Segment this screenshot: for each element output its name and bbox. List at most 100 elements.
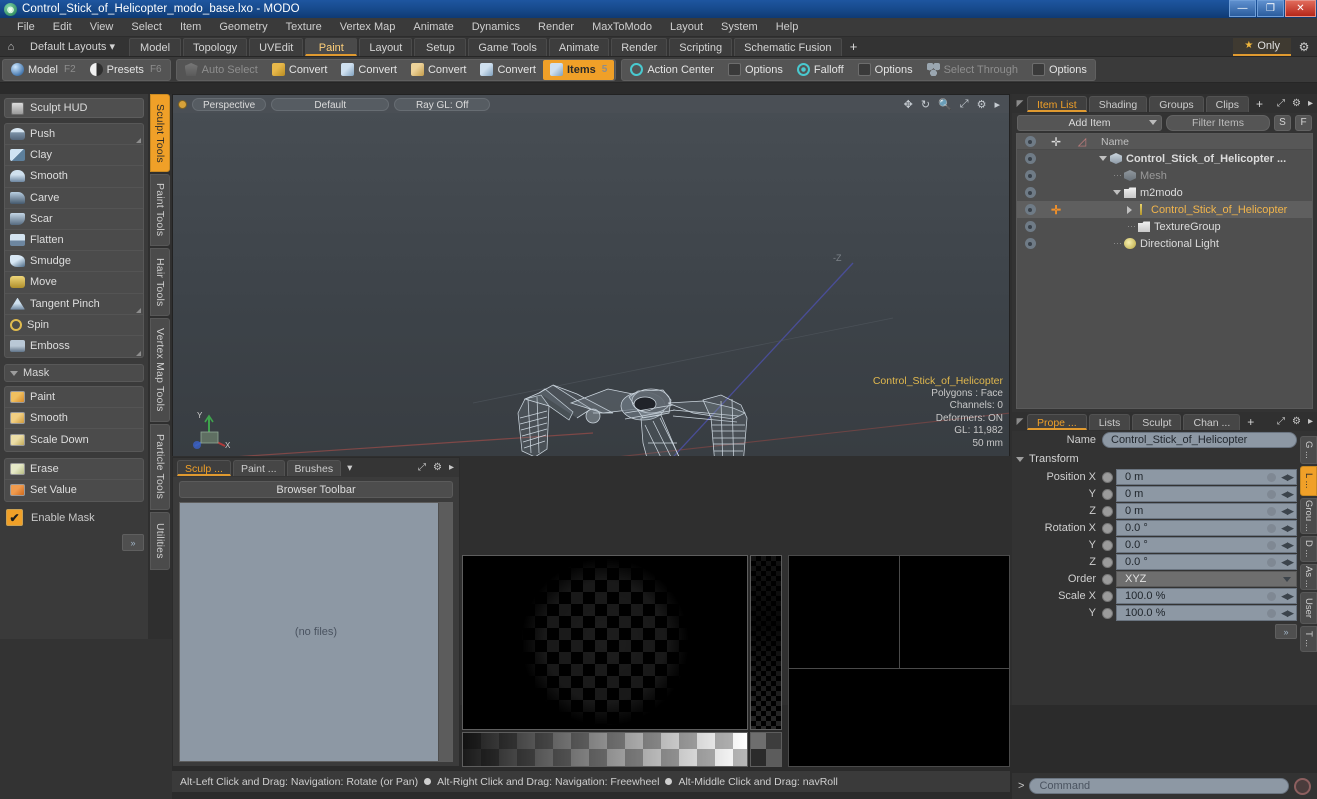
menu-item-edit[interactable]: Edit — [44, 18, 81, 37]
sculpt-tool-scar[interactable]: Scar — [5, 209, 143, 230]
tool-button-items-5[interactable]: Items 5 — [543, 59, 615, 80]
tool-button-falloff-2[interactable]: Falloff — [790, 60, 851, 80]
sculpt-tool-flatten[interactable]: Flatten — [5, 230, 143, 252]
table-row[interactable]: ⋯ Directional Light — [1017, 235, 1312, 252]
chevron-down-icon[interactable] — [1283, 576, 1291, 582]
menu-item-animate[interactable]: Animate — [404, 18, 462, 37]
browser-tab-0[interactable]: Sculp ... — [177, 459, 231, 476]
tool-button-presets-1[interactable]: Presets F6 — [83, 60, 169, 80]
viewport-canvas[interactable]: -Z Control_Stick_of_Helicopter Polygons … — [173, 113, 1009, 456]
browser-tab-1[interactable]: Paint ... — [232, 459, 285, 476]
viewport-menu-dot[interactable] — [178, 99, 187, 109]
viewport-raygl-toggle[interactable]: Ray GL: Off — [394, 97, 491, 111]
property-channel-knob[interactable] — [1102, 522, 1113, 534]
layout-tab-animate[interactable]: Animate — [548, 37, 610, 56]
browser-scrollbar[interactable] — [438, 503, 452, 761]
tool-button-convert-3[interactable]: Convert — [404, 60, 474, 80]
viewport-3d[interactable]: Perspective Default Ray GL: Off ✥ ↻ 🔍 ⤢ … — [172, 94, 1010, 456]
property-channel-knob[interactable] — [1102, 539, 1113, 551]
browser-file-list[interactable]: (no files) — [179, 502, 453, 762]
properties-vtab-1[interactable]: L ... — [1300, 466, 1317, 496]
expand-properties-button[interactable]: » — [1275, 624, 1297, 639]
table-row[interactable]: m2modo — [1017, 184, 1312, 201]
maximize-button[interactable]: ❐ — [1257, 0, 1284, 17]
browser-tabs-dropdown-icon[interactable]: ▾ — [343, 460, 356, 476]
command-input[interactable]: Command — [1029, 778, 1289, 794]
properties-vtab-5[interactable]: User — [1300, 592, 1317, 624]
property-channel-knob[interactable] — [1102, 573, 1113, 585]
property-channel-knob[interactable] — [1102, 505, 1113, 517]
mask-tool-paint[interactable]: Paint — [5, 387, 143, 409]
property-value-field[interactable]: XYZ — [1116, 571, 1297, 587]
layout-tab-setup[interactable]: Setup — [414, 37, 467, 56]
property-spinner-arrows[interactable]: ◀▶ — [1281, 523, 1294, 534]
tool-button-convert-1[interactable]: Convert — [265, 60, 335, 80]
chevron-right-icon[interactable]: ▸ — [1308, 416, 1313, 427]
mask-tool-set-value[interactable]: Set Value — [5, 480, 143, 501]
gear-icon[interactable]: ⚙ — [1291, 40, 1317, 54]
property-spinner-arrows[interactable]: ◀▶ — [1281, 540, 1294, 551]
property-value-field[interactable]: 100.0 % ◀▶ — [1116, 588, 1297, 604]
property-value-field[interactable]: 0.0 ° ◀▶ — [1116, 554, 1297, 570]
axis-gizmo[interactable]: Y X — [187, 402, 233, 450]
tool-button-select-through-4[interactable]: Select Through — [920, 60, 1025, 80]
tool-button-options-3[interactable]: Options — [851, 60, 920, 80]
visibility-toggle[interactable] — [1017, 221, 1043, 232]
visibility-toggle[interactable] — [1017, 170, 1043, 181]
table-row[interactable]: Control_Stick_of_Helicopter ... — [1017, 150, 1312, 167]
chevron-down-icon[interactable] — [1113, 190, 1121, 195]
brush-shape-preview[interactable] — [462, 555, 748, 730]
maximize-icon[interactable]: ⤢ — [418, 462, 426, 473]
add-item-button[interactable]: Add Item — [1017, 114, 1162, 131]
menu-item-texture[interactable]: Texture — [277, 18, 331, 37]
tool-button-action-center-0[interactable]: Action Center — [623, 60, 721, 80]
property-value-field[interactable]: 100.0 % ◀▶ — [1116, 605, 1297, 621]
sculpt-tool-clay[interactable]: Clay — [5, 145, 143, 167]
zoom-view-icon[interactable]: 🔍 — [938, 98, 952, 111]
property-value-field[interactable]: 0 m ◀▶ — [1116, 469, 1297, 485]
move-view-icon[interactable]: ✥ — [904, 98, 913, 111]
add-layout-tab-button[interactable]: + — [844, 38, 864, 56]
properties-vtab-2[interactable]: Grou ... — [1300, 498, 1317, 534]
mask-section-header[interactable]: Mask — [4, 364, 144, 383]
property-channel-knob[interactable] — [1102, 556, 1113, 568]
item-name-field[interactable]: Control_Stick_of_Helicopter — [1102, 432, 1297, 448]
property-spinner-arrows[interactable]: ◀▶ — [1281, 608, 1294, 619]
property-value-field[interactable]: 0 m ◀▶ — [1116, 486, 1297, 502]
record-icon[interactable] — [1294, 777, 1311, 795]
brush-strip-preview[interactable] — [750, 555, 782, 730]
properties-tab-3[interactable]: Chan ... — [1183, 413, 1241, 430]
property-channel-knob[interactable] — [1102, 488, 1113, 500]
menu-item-vertex-map[interactable]: Vertex Map — [331, 18, 405, 37]
property-spinner-arrows[interactable]: ◀▶ — [1281, 489, 1294, 500]
property-channel-knob[interactable] — [1102, 607, 1113, 619]
mask-tool-erase[interactable]: Erase — [5, 459, 143, 480]
menu-item-dynamics[interactable]: Dynamics — [463, 18, 529, 37]
menu-item-geometry[interactable]: Geometry — [210, 18, 276, 37]
vertical-tab-vertex-map-tools[interactable]: Vertex Map Tools — [150, 318, 170, 422]
property-channel-knob[interactable] — [1102, 471, 1113, 483]
maximize-icon[interactable]: ⤢ — [1277, 98, 1285, 109]
filter-items-input[interactable]: Filter Items — [1166, 114, 1270, 131]
visibility-toggle[interactable] — [1017, 238, 1043, 249]
menu-item-file[interactable]: File — [8, 18, 44, 37]
filter-f-button[interactable]: F — [1295, 114, 1312, 131]
menu-item-render[interactable]: Render — [529, 18, 583, 37]
minimize-button[interactable]: — — [1229, 0, 1256, 17]
menu-item-help[interactable]: Help — [767, 18, 808, 37]
item-list-tab-groups[interactable]: Groups — [1149, 95, 1204, 112]
mask-tool-scale-down[interactable]: Scale Down — [5, 429, 143, 450]
visibility-toggle[interactable] — [1017, 153, 1043, 164]
vertical-tab-sculpt-tools[interactable]: Sculpt Tools — [150, 94, 170, 172]
home-icon[interactable]: ⌂ — [0, 41, 22, 53]
secondary-preview-panel[interactable] — [788, 555, 1010, 767]
item-list-tab-clips[interactable]: Clips — [1205, 95, 1250, 112]
panel-corner-icon[interactable]: ◤ — [1015, 416, 1025, 427]
table-row[interactable]: ⋯ Mesh — [1017, 167, 1312, 184]
rotate-view-icon[interactable]: ↻ — [921, 98, 930, 111]
gear-icon[interactable]: ⚙ — [433, 462, 442, 473]
properties-vtab-6[interactable]: T ... — [1300, 626, 1317, 652]
tool-button-options-1[interactable]: Options — [721, 60, 790, 80]
menu-item-system[interactable]: System — [712, 18, 767, 37]
sculpt-tool-smooth[interactable]: Smooth — [5, 166, 143, 188]
